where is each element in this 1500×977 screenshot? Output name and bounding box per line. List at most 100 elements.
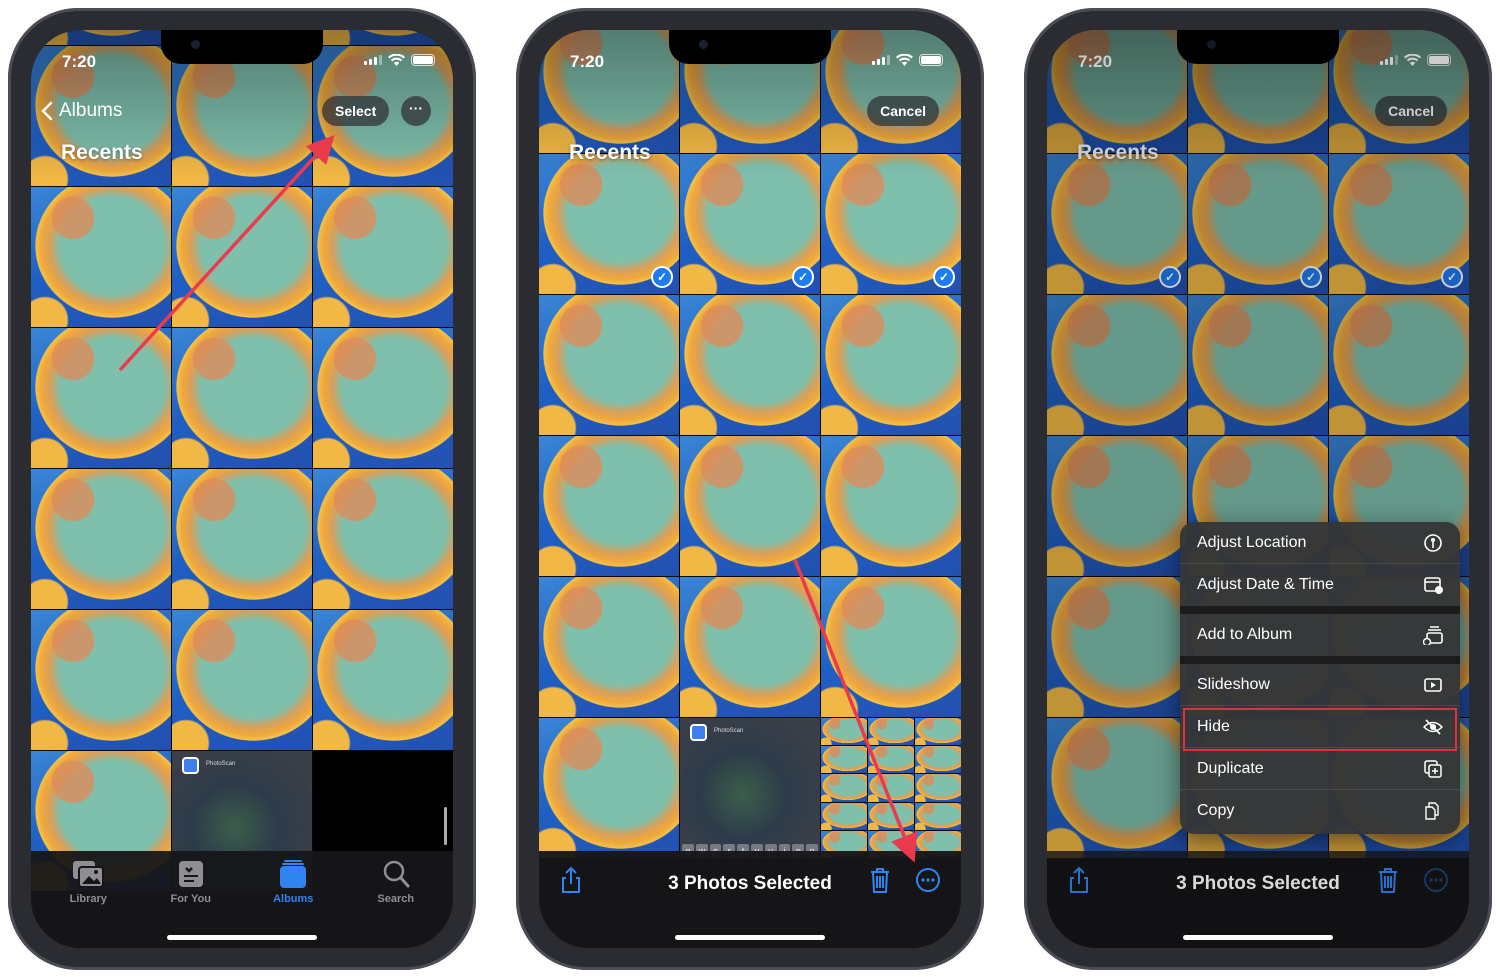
photo-thumbnail[interactable] [680,295,820,435]
camera [191,40,200,49]
photo-thumbnail[interactable] [172,610,312,750]
photo-thumbnail[interactable] [821,802,867,830]
trash-icon[interactable] [865,865,895,895]
page-title: Recents [61,141,143,164]
menu-item-copy[interactable]: Copy [1180,790,1460,832]
select-button[interactable]: Select [322,96,390,126]
home-indicator [1183,935,1333,940]
photo-thumbnail[interactable] [313,610,453,750]
for-you-icon [178,861,203,887]
photo-thumbnail[interactable] [821,436,961,576]
photo-thumbnail[interactable] [172,469,312,609]
photo-thumbnail[interactable] [821,718,867,746]
albums-icon [280,860,307,888]
selected-check-icon: ✓ [933,266,955,288]
tab-label: Search [377,893,415,905]
tab-for-you[interactable]: For You [140,851,243,948]
calendar-clock-icon [1424,577,1443,594]
photo-thumbnail[interactable] [915,718,961,746]
menu-item-label: Adjust Location [1197,533,1307,551]
tab-albums[interactable]: Albums [242,851,345,948]
photo-thumbnail[interactable] [821,577,961,717]
photo-thumbnail[interactable] [868,718,914,746]
search-icon [383,860,410,888]
photoscan-label: PhotoScan [206,761,236,767]
screen: ✓ ✓ ✓ PhotoScanqwertyuiop 7:20 Cancel Recen… [539,30,961,948]
battery-icon [919,54,943,66]
photo-thumbnail[interactable] [313,187,453,327]
photo-thumbnail[interactable] [31,187,171,327]
tab-label: Library [69,893,107,905]
menu-item-label: Slideshow [1197,675,1270,693]
photo-thumbnail[interactable] [868,746,914,774]
status-icons [872,54,943,66]
menu-item-add-to-album[interactable]: Add to Album [1180,614,1460,664]
photo-thumbnail[interactable] [868,802,914,830]
page-title: Recents [569,141,651,164]
more-button[interactable]: ··· [401,96,431,126]
phone-2: ✓ ✓ ✓ PhotoScanqwertyuiop 7:20 Cancel Recen… [516,8,984,970]
photoscan-app-icon [690,724,707,741]
tab-search[interactable]: Search [345,851,448,948]
notch [669,30,831,64]
signal-icon [364,55,382,65]
selection-toolbar: 3 Photos Selected [539,851,961,948]
photo-thumbnail[interactable] [821,746,867,774]
photos-stack-icon [73,861,105,888]
selected-check-icon: ✓ [792,266,814,288]
photo-thumbnail[interactable] [31,469,171,609]
photo-thumbnail[interactable] [31,610,171,750]
copy-icon [1425,802,1439,820]
selected-check-icon: ✓ [651,266,673,288]
menu-item-slideshow[interactable]: Slideshow [1180,664,1460,706]
menu-item-duplicate[interactable]: Duplicate [1180,748,1460,790]
photo-thumbnail[interactable] [821,774,867,802]
home-indicator [167,935,317,940]
hide-highlight-box [1183,708,1457,751]
location-info-icon [1424,533,1442,552]
screen: ✓ ✓ ✓ 7:20 Cancel Recents 3 Photos Selecte… [1047,30,1469,948]
photo-thumbnail[interactable]: PhotoScanqwertyuiop [680,718,820,858]
chevron-left-icon [41,101,53,121]
tab-label: Albums [273,893,314,905]
photo-thumbnail[interactable] [313,328,453,468]
tab-library[interactable]: Library [37,851,140,948]
photo-thumbnail[interactable] [31,328,171,468]
photo-thumbnail[interactable] [868,774,914,802]
wifi-icon [388,54,405,66]
cancel-button[interactable]: Cancel [867,96,939,126]
photo-thumbnail[interactable] [172,187,312,327]
trash-icon[interactable] [1373,865,1403,895]
photo-thumbnail[interactable] [680,436,820,576]
photo-thumbnail[interactable] [680,577,820,717]
photo-thumbnail[interactable] [539,577,679,717]
menu-item-label: Copy [1197,802,1235,819]
home-indicator [675,935,825,940]
photo-thumbnail[interactable] [313,469,453,609]
menu-item-adjust-date-time[interactable]: Adjust Date & Time [1180,564,1460,614]
phone-1: PhotoScan 7:20 Albums Select ··· Recents… [8,8,476,970]
back-button[interactable]: Albums [41,100,122,122]
selection-count: 3 Photos Selected [668,873,832,894]
photo-thumbnail[interactable] [539,718,679,858]
photo-thumbnail[interactable] [539,295,679,435]
wifi-icon [896,54,913,66]
back-label: Albums [59,100,123,121]
photo-thumbnail[interactable] [539,436,679,576]
scrollbar[interactable] [444,807,447,845]
menu-item-adjust-location[interactable]: Adjust Location [1180,522,1460,564]
phone-3: ✓ ✓ ✓ 7:20 Cancel Recents 3 Photos Selecte… [1024,8,1492,970]
photo-thumbnail[interactable] [821,295,961,435]
photo-thumbnail[interactable] [915,802,961,830]
photo-thumbnail[interactable] [915,746,961,774]
more-ellipsis-icon[interactable] [913,865,943,895]
menu-item-label: Add to Album [1197,626,1293,643]
photo-thumbnail[interactable] [915,774,961,802]
photo-thumbnail[interactable] [172,328,312,468]
photoscan-label: PhotoScan [714,728,744,734]
menu-item-label: Duplicate [1197,759,1264,777]
camera [699,40,708,49]
context-menu: Adjust Location Adjust Date & Time Add t… [1180,522,1460,834]
play-icon [1424,677,1442,692]
more-ellipsis-icon[interactable] [1421,865,1451,895]
